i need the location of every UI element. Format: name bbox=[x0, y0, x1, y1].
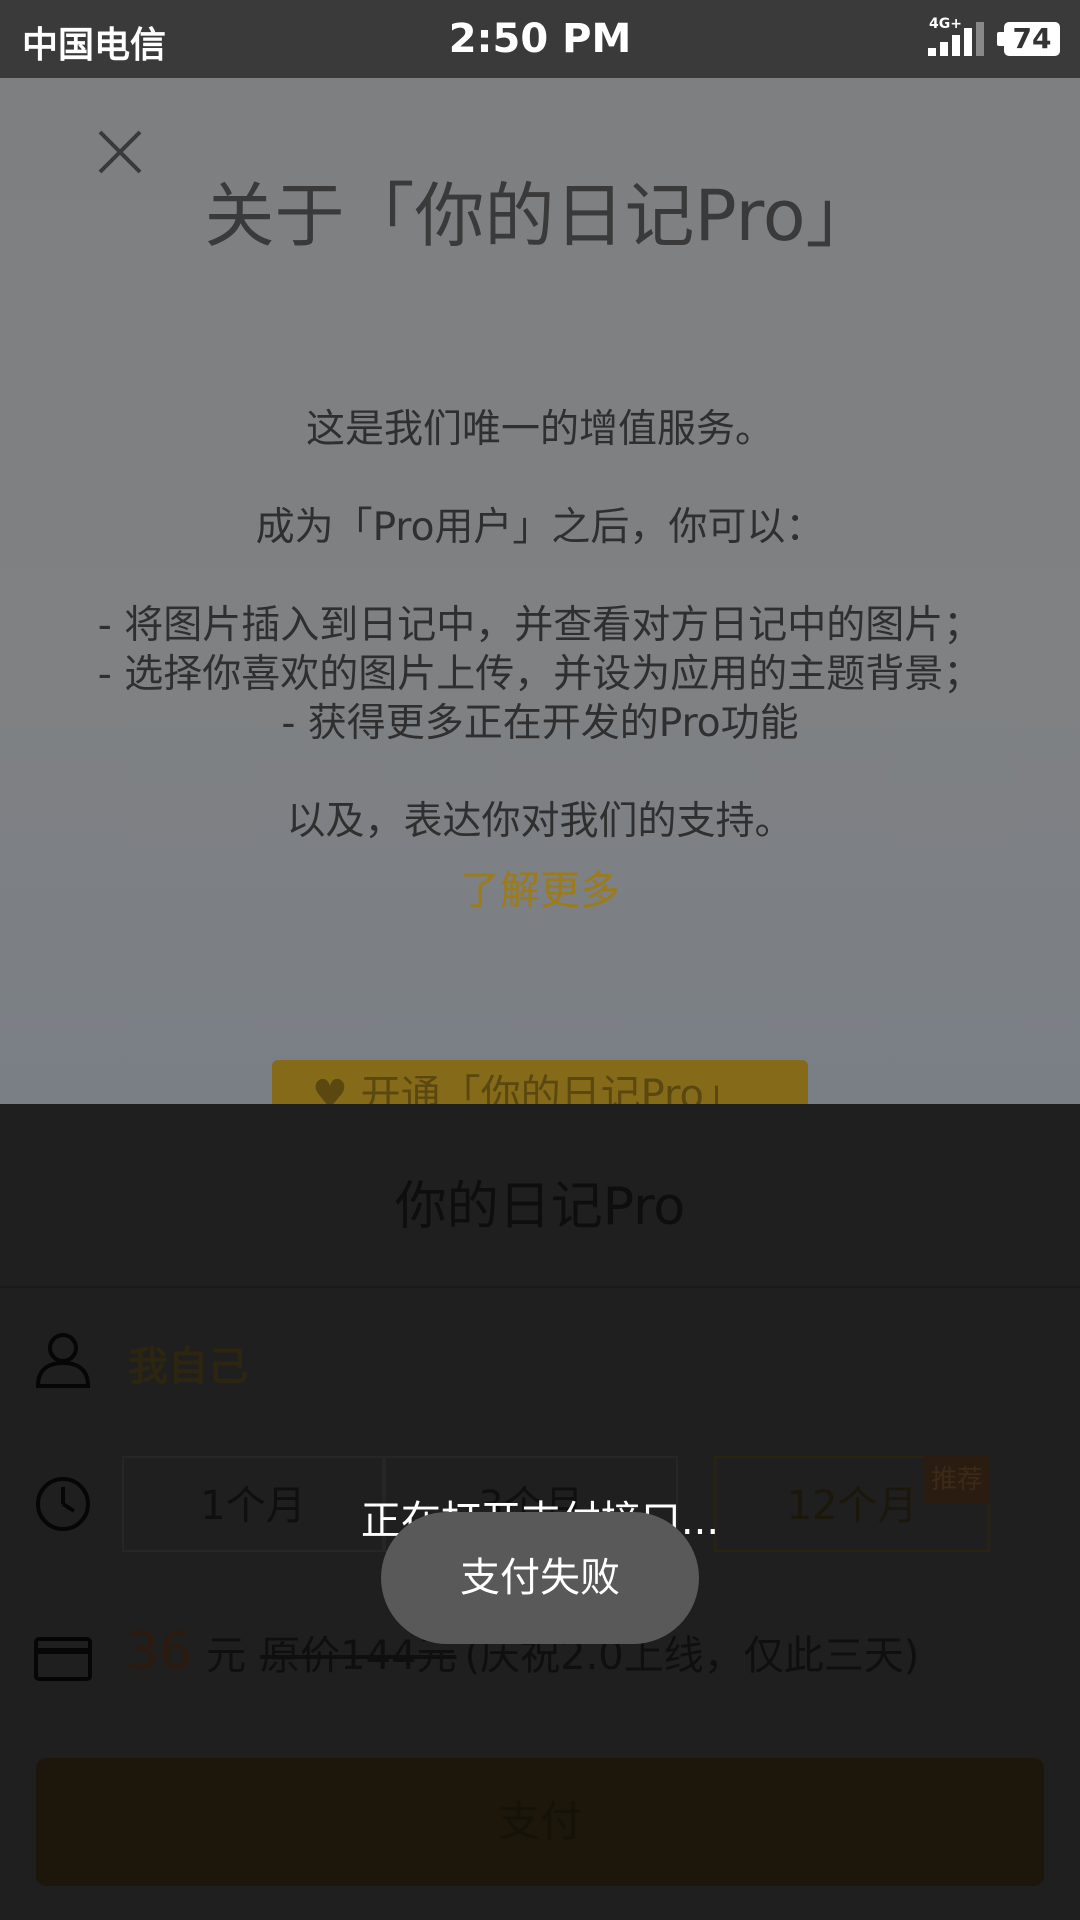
credit-card-icon bbox=[34, 1637, 92, 1681]
description-line: - 获得更多正在开发的Pro功能 bbox=[281, 701, 799, 746]
description-line: - 选择你喜欢的图片上传，并设为应用的主题背景； bbox=[97, 652, 983, 697]
description-line: 以及，表达你对我们的支持。 bbox=[286, 799, 794, 844]
description-line: 成为「Pro用户」之后，你可以： bbox=[255, 505, 825, 550]
user-icon bbox=[35, 1333, 91, 1388]
divider bbox=[0, 1286, 1080, 1288]
payment-failed-toast: 支付失败 bbox=[381, 1512, 699, 1644]
sheet-title: 你的日记Pro bbox=[394, 1177, 686, 1237]
battery-icon: 74 bbox=[997, 22, 1060, 56]
pay-button[interactable]: 支付 bbox=[36, 1758, 1044, 1886]
signal-strength-icon bbox=[928, 22, 984, 56]
description-line: - 将图片插入到日记中，并查看对方日记中的图片； bbox=[97, 603, 983, 648]
status-time: 2:50 PM bbox=[448, 16, 632, 62]
learn-more-link[interactable]: 了解更多 bbox=[0, 858, 1080, 916]
page-title: 关于「你的日记Pro」 bbox=[204, 175, 876, 257]
status-bar: 中国电信 2:50 PM 4G+ 74 bbox=[0, 0, 1080, 78]
price-amount: 36 bbox=[126, 1622, 193, 1682]
recipient-option[interactable]: 我自己 bbox=[128, 1334, 248, 1392]
price-unit: 元 bbox=[206, 1633, 247, 1679]
description-line: 这是我们唯一的增值服务。 bbox=[305, 407, 774, 452]
